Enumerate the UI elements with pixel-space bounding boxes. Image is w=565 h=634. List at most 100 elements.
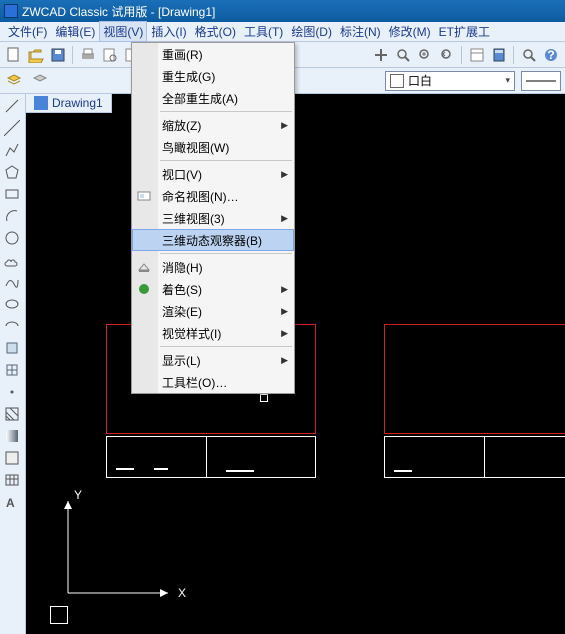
menu-view[interactable]: 视图(V) [99,21,147,42]
point-icon[interactable] [2,382,22,402]
ellipse-arc-icon[interactable] [2,316,22,336]
chevron-down-icon: ▾ [505,75,510,86]
chevron-right-icon: ▶ [281,284,288,295]
drawing-object [484,436,485,478]
menu-item[interactable]: 重画(R) [132,43,294,65]
linetype-dropdown[interactable] [521,71,561,91]
menu-item[interactable]: 着色(S) ▶ [132,278,294,300]
menu-item-label: 显示(L) [162,352,201,369]
app-icon [4,4,18,18]
calculator-icon[interactable] [489,45,509,65]
mtext-icon[interactable]: A [2,492,22,512]
layer-off-icon[interactable] [30,71,50,91]
menu-item[interactable]: 视觉样式(I) ▶ [132,322,294,344]
title-text: ZWCAD Classic 试用版 - [Drawing1] [22,3,215,20]
menu-draw[interactable]: 绘图(D) [287,21,336,42]
menu-item[interactable]: 工具栏(O)… [132,371,294,393]
arc-icon[interactable] [2,206,22,226]
pan-icon[interactable] [371,45,391,65]
ellipse-icon[interactable] [2,294,22,314]
menu-format[interactable]: 格式(O) [191,21,240,42]
menu-item-label: 重画(R) [162,46,203,63]
menu-item[interactable]: 三维视图(3)▶ [132,207,294,229]
menu-dimension[interactable]: 标注(N) [336,21,385,42]
save-icon[interactable] [48,45,68,65]
menu-item-label: 全部重生成(A) [162,90,238,107]
menu-item-label: 视觉样式(I) [162,325,221,342]
hatch-icon[interactable] [2,404,22,424]
menu-item[interactable]: 全部重生成(A) [132,87,294,109]
menu-item[interactable]: 三维动态观察器(B) [132,229,294,251]
properties-icon[interactable] [467,45,487,65]
svg-text:A: A [6,496,15,510]
menubar: 文件(F) 编辑(E) 视图(V) 插入(I) 格式(O) 工具(T) 绘图(D… [0,22,565,42]
zoom-window-icon[interactable] [415,45,435,65]
rectangle-icon[interactable] [2,184,22,204]
line-icon[interactable] [2,96,22,116]
menu-item-label: 重生成(G) [162,68,215,85]
menu-item[interactable]: 渲染(E)▶ [132,300,294,322]
polyline-icon[interactable] [2,140,22,160]
menu-item-label: 三维视图(3) [162,210,225,227]
polygon-icon[interactable] [2,162,22,182]
help-icon[interactable]: ? [541,45,561,65]
chevron-right-icon: ▶ [281,306,288,317]
color-label: 口白 [408,72,432,89]
xline-icon[interactable] [2,118,22,138]
drawing-object [394,470,412,472]
drawing-object [206,436,207,478]
menu-item-label: 鸟瞰视图(W) [162,139,229,156]
color-dropdown[interactable]: 口白 ▾ [385,71,515,91]
gradient-icon[interactable] [2,426,22,446]
hide-icon [136,259,152,275]
make-block-icon[interactable] [2,360,22,380]
menu-tools[interactable]: 工具(T) [240,21,287,42]
drawing-canvas[interactable]: X Y [26,114,565,634]
insert-block-icon[interactable] [2,338,22,358]
region-icon[interactable] [2,448,22,468]
spline-icon[interactable] [2,272,22,292]
menu-item[interactable]: 命名视图(N)… [132,185,294,207]
layer-icon[interactable] [4,71,24,91]
menu-item-label: 着色(S) [162,281,202,298]
menu-item[interactable]: 显示(L)▶ [132,349,294,371]
menu-item-label: 三维动态观察器(B) [162,232,262,249]
svg-text:?: ? [547,48,554,62]
dwg-icon [34,96,48,110]
menu-item[interactable]: 鸟瞰视图(W) [132,136,294,158]
print-icon[interactable] [78,45,98,65]
zoom-realtime-icon[interactable] [393,45,413,65]
axis-x-label: X [178,586,186,600]
open-icon[interactable] [26,45,46,65]
menu-et-ext[interactable]: ET扩展工 [435,21,494,42]
drawing-object [226,470,254,472]
menu-item-label: 缩放(Z) [162,117,201,134]
document-tab[interactable]: Drawing1 [26,94,112,113]
menu-item[interactable]: 消隐(H) [132,256,294,278]
menu-item[interactable]: 视口(V)▶ [132,163,294,185]
menu-edit[interactable]: 编辑(E) [51,21,99,42]
cursor-pickbox [260,394,268,402]
circle-icon[interactable] [2,228,22,248]
zoom-previous-icon[interactable] [437,45,457,65]
axis-y-label: Y [74,488,82,502]
menu-file[interactable]: 文件(F) [4,21,51,42]
table-icon[interactable] [2,470,22,490]
revision-cloud-icon[interactable] [2,250,22,270]
ucs-axis: X Y [58,493,198,616]
chevron-right-icon: ▶ [281,328,288,339]
menu-item[interactable]: 缩放(Z)▶ [132,114,294,136]
drawing-object [116,468,134,470]
menu-item-label: 视口(V) [162,166,202,183]
drawing-object [384,324,565,434]
zoom-extents-icon[interactable] [519,45,539,65]
separator [513,46,515,64]
ucs-origin-box [50,606,68,624]
drawing-object [106,436,316,478]
menu-modify[interactable]: 修改(M) [385,21,435,42]
menu-item[interactable]: 重生成(G) [132,65,294,87]
new-icon[interactable] [4,45,24,65]
print-preview-icon[interactable] [100,45,120,65]
menu-insert[interactable]: 插入(I) [147,21,190,42]
view-menu-dropdown: 重画(R)重生成(G)全部重生成(A)缩放(Z)▶鸟瞰视图(W)视口(V)▶命名… [131,42,295,394]
